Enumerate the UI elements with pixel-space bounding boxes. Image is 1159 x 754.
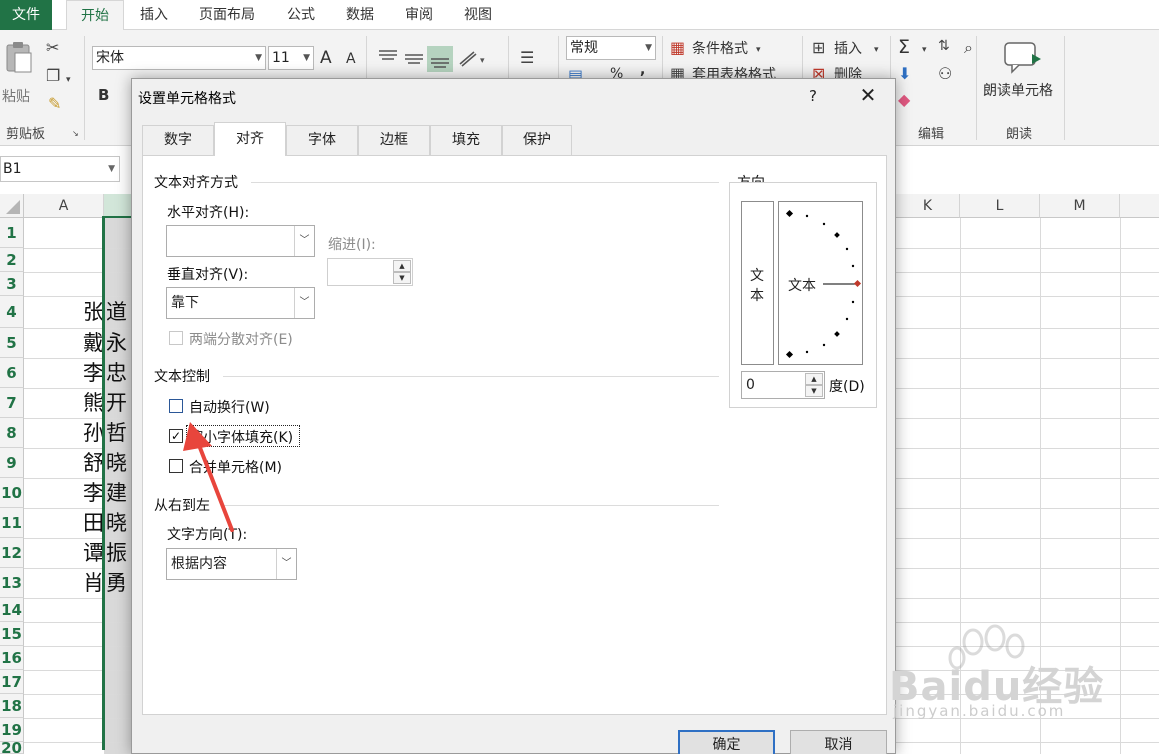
watermark-url: jingyan.baidu.com xyxy=(893,702,1066,720)
baidu-watermark: Baidu经验 jingyan.baidu.com xyxy=(887,620,1137,720)
tab-alignment[interactable]: 对齐 xyxy=(214,122,286,156)
